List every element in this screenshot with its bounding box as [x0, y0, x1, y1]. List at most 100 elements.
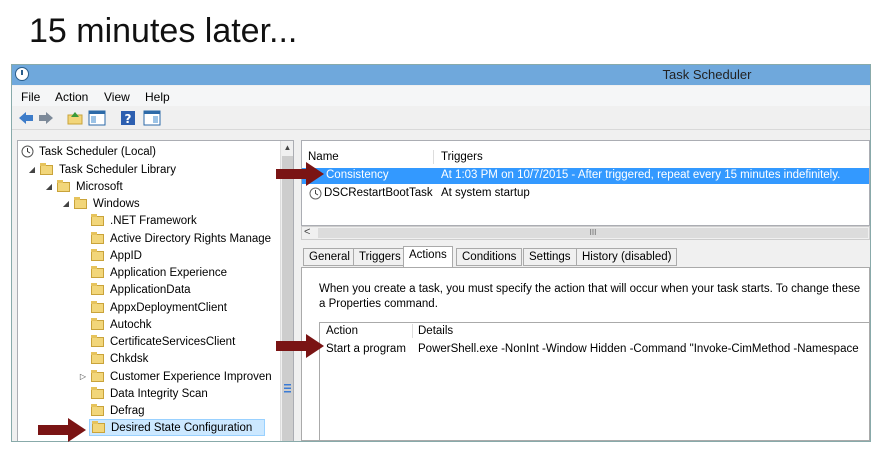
- tree-item-label: Task Scheduler (Local): [39, 145, 156, 158]
- task-name: Consistency: [326, 169, 389, 181]
- menu-help[interactable]: Help: [145, 90, 170, 104]
- tree-item-label: Customer Experience Improven: [110, 370, 272, 383]
- folder-icon: [91, 231, 104, 244]
- tab-conditions[interactable]: Conditions: [456, 248, 523, 266]
- grip-icon: [284, 384, 291, 393]
- task-list-scroll-thumb[interactable]: III: [318, 228, 868, 238]
- task-details-pane: Name Triggers Consistency At 1:03 PM on …: [301, 140, 870, 441]
- menu-view[interactable]: View: [104, 90, 130, 104]
- tree-item-application-experience[interactable]: Application Experience: [91, 264, 227, 281]
- action-type: Start a program: [326, 343, 406, 355]
- tree-scroll-thumb[interactable]: [282, 156, 293, 441]
- help-icon[interactable]: ?: [120, 110, 136, 126]
- tab-triggers[interactable]: Triggers: [353, 248, 407, 266]
- folder-icon: [91, 282, 104, 295]
- tree-item-appxdeploymentclient[interactable]: AppxDeploymentClient: [91, 299, 227, 316]
- scroll-left-icon[interactable]: <: [304, 226, 310, 238]
- task-clock-icon: [309, 187, 322, 200]
- tree-item-label: ApplicationData: [110, 283, 191, 296]
- tree-item-label: Task Scheduler Library: [59, 163, 176, 176]
- tree-item-net-framework[interactable]: .NET Framework: [91, 212, 197, 229]
- pointer-arrow-icon: [38, 418, 86, 442]
- folder-icon: [91, 213, 104, 226]
- tree-item-label: Desired State Configuration: [111, 421, 253, 434]
- clock-icon: [21, 145, 34, 158]
- column-header-action[interactable]: Action: [326, 325, 358, 337]
- table-row[interactable]: Consistency At 1:03 PM on 10/7/2015 - Af…: [302, 168, 869, 184]
- tree-item-label: Defrag: [110, 404, 145, 417]
- table-row[interactable]: DSCRestartBootTask At system startup: [302, 186, 869, 202]
- tree-item-label: Windows: [93, 197, 140, 210]
- show-hide-console-tree-icon[interactable]: [88, 110, 106, 126]
- tree-item-label: Microsoft: [76, 180, 123, 193]
- tab-general[interactable]: General: [303, 248, 356, 266]
- actions-description: When you create a task, you must specify…: [319, 283, 861, 310]
- column-divider[interactable]: [412, 324, 413, 338]
- up-folder-icon[interactable]: [67, 110, 83, 126]
- pointer-arrow-icon: [276, 334, 324, 358]
- folder-icon: [91, 386, 104, 399]
- tree-item-data-integrity-scan[interactable]: Data Integrity Scan: [91, 385, 208, 402]
- tree-item-label: Chkdsk: [110, 352, 149, 365]
- tree-item-defrag[interactable]: Defrag: [91, 402, 145, 419]
- folder-icon: [91, 248, 104, 261]
- tree-item-autochk[interactable]: Autochk: [91, 316, 152, 333]
- expand-arrow-icon[interactable]: ▷: [79, 372, 87, 381]
- console-tree: Task Scheduler (Local) ◢ Task Scheduler …: [17, 140, 294, 441]
- slide-caption: 15 minutes later...: [29, 12, 298, 50]
- tab-settings[interactable]: Settings: [523, 248, 577, 266]
- folder-icon: [40, 162, 53, 175]
- pointer-arrow-icon: [276, 162, 324, 186]
- tree-vertical-scrollbar[interactable]: ▲: [280, 141, 293, 441]
- task-trigger: At 1:03 PM on 10/7/2015 - After triggere…: [441, 169, 841, 181]
- tree-item-microsoft[interactable]: ◢ Microsoft: [45, 178, 123, 195]
- window-title: Task Scheduler: [662, 67, 752, 82]
- folder-icon: [91, 334, 104, 347]
- tree-item-applicationdata[interactable]: ApplicationData: [91, 281, 191, 298]
- folder-icon: [91, 300, 104, 313]
- tree-item-customer-experience[interactable]: ▷ Customer Experience Improven: [79, 368, 272, 385]
- tree-item-active-directory-rights[interactable]: Active Directory Rights Manage: [91, 230, 271, 247]
- tree-item-label: Application Experience: [110, 266, 227, 279]
- tree-item-certificateservicesclient[interactable]: CertificateServicesClient: [91, 333, 235, 350]
- tab-history[interactable]: History (disabled): [576, 248, 678, 266]
- task-list-horizontal-scrollbar[interactable]: < III: [301, 226, 870, 240]
- tree-item-chkdsk[interactable]: Chkdsk: [91, 350, 148, 367]
- tree-item-task-scheduler-local[interactable]: Task Scheduler (Local): [21, 143, 156, 160]
- task-trigger: At system startup: [441, 187, 530, 199]
- back-arrow-icon[interactable]: [18, 110, 34, 126]
- column-divider[interactable]: [433, 150, 434, 164]
- toolbar: ?: [12, 107, 870, 130]
- tree-item-label: AppID: [110, 249, 142, 262]
- actions-table: Action Details Start a program PowerShel…: [319, 322, 869, 440]
- folder-icon: [91, 403, 104, 416]
- tree-item-desired-state-configuration[interactable]: Desired State Configuration: [89, 419, 265, 436]
- table-row[interactable]: Start a program PowerShell.exe -NonInt -…: [320, 342, 869, 358]
- collapse-arrow-icon[interactable]: ◢: [45, 182, 53, 191]
- show-hide-action-pane-icon[interactable]: [143, 110, 161, 126]
- collapse-arrow-icon[interactable]: ◢: [62, 199, 70, 208]
- collapse-arrow-icon[interactable]: ◢: [28, 165, 36, 174]
- tree-item-windows[interactable]: ◢ Windows: [62, 195, 140, 212]
- scroll-up-icon[interactable]: ▲: [282, 141, 293, 155]
- folder-icon: [91, 351, 104, 364]
- column-header-details[interactable]: Details: [418, 325, 453, 337]
- tree-item-label: CertificateServicesClient: [110, 335, 236, 348]
- folder-icon: [91, 317, 104, 330]
- action-details: PowerShell.exe -NonInt -Window Hidden -C…: [418, 343, 859, 355]
- task-list: Name Triggers Consistency At 1:03 PM on …: [301, 140, 870, 226]
- menu-action[interactable]: Action: [55, 90, 88, 104]
- tree-item-task-scheduler-library[interactable]: ◢ Task Scheduler Library: [28, 161, 176, 178]
- menu-bar: File Action View Help: [12, 86, 870, 106]
- tree-item-label: Active Directory Rights Manage: [110, 232, 272, 245]
- tab-actions[interactable]: Actions: [403, 246, 453, 268]
- folder-icon: [91, 265, 104, 278]
- menu-file[interactable]: File: [21, 90, 40, 104]
- tree-item-label: .NET Framework: [110, 214, 197, 227]
- actions-header-row: Action Details: [320, 323, 869, 339]
- forward-arrow-icon[interactable]: [38, 110, 54, 126]
- folder-icon: [91, 369, 104, 382]
- column-header-triggers[interactable]: Triggers: [441, 151, 483, 163]
- tree-item-appid[interactable]: AppID: [91, 247, 142, 264]
- folder-icon: [57, 179, 70, 192]
